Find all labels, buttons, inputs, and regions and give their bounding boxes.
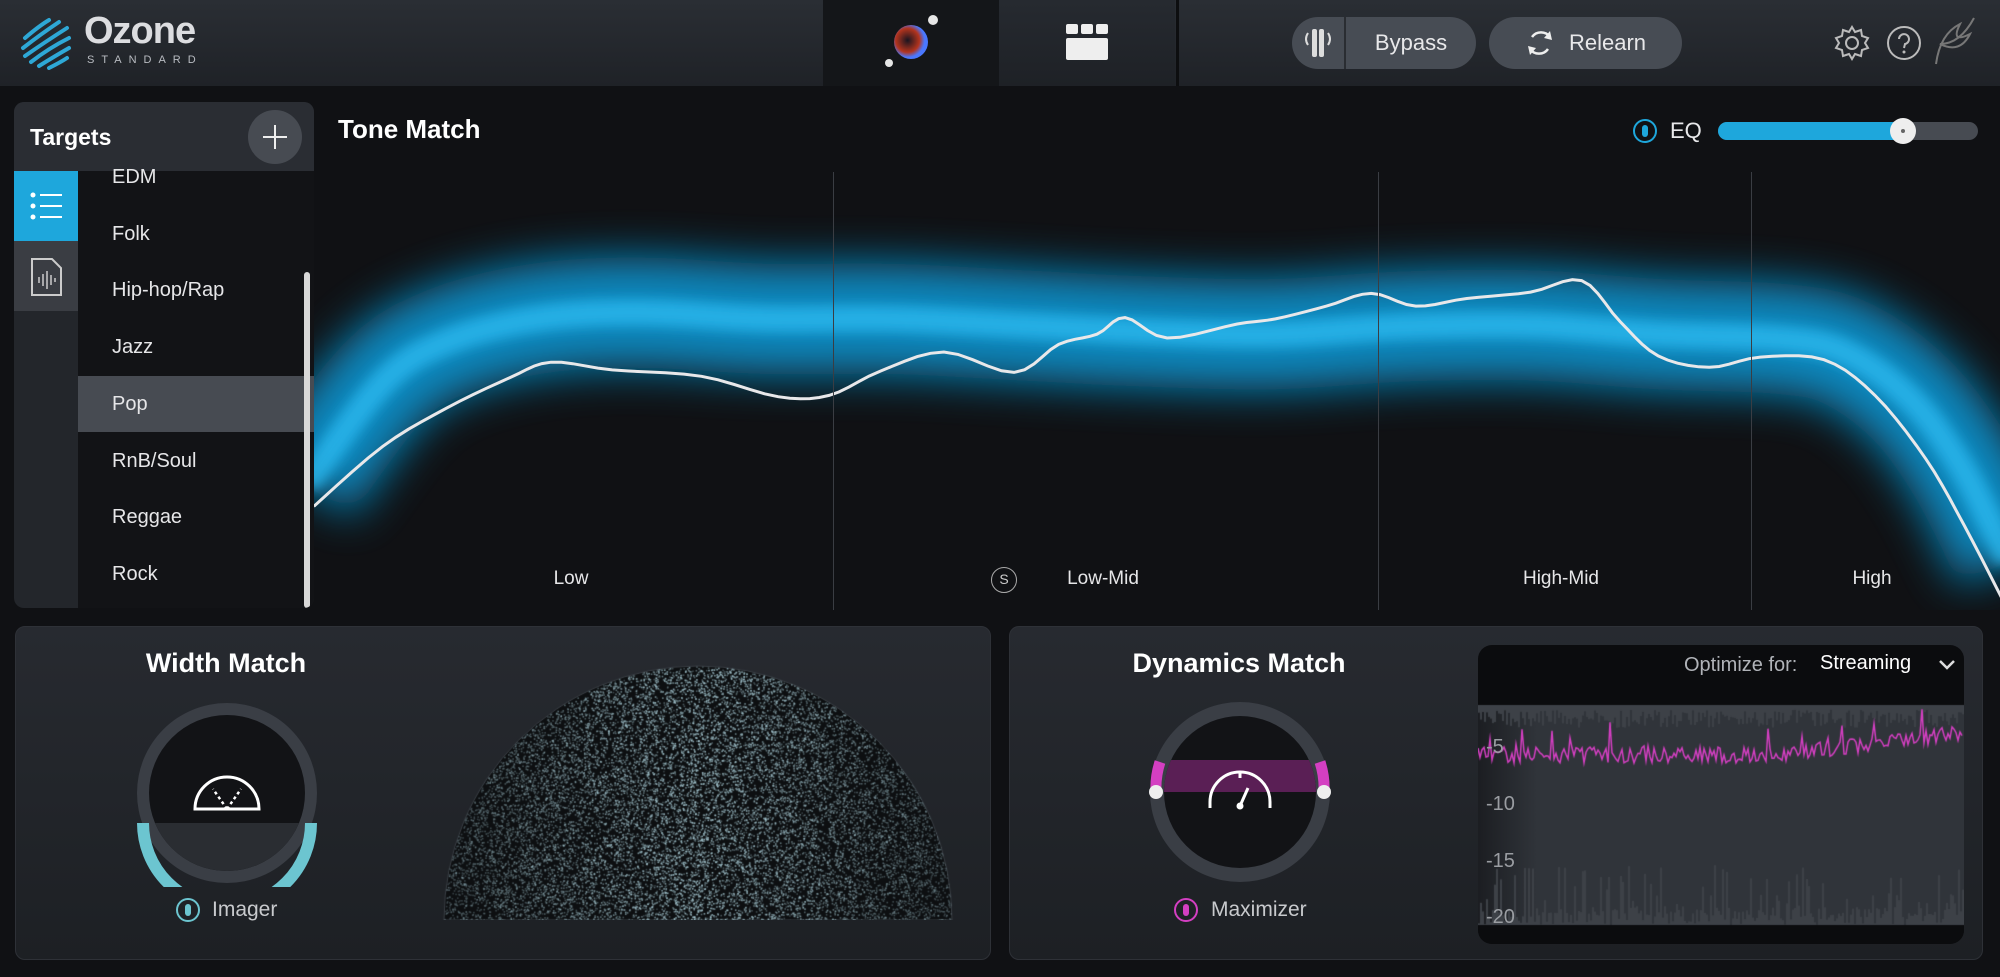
- imager-power-toggle[interactable]: [176, 898, 200, 922]
- eq-amount-slider[interactable]: [1718, 118, 1978, 144]
- help-icon: [1887, 26, 1921, 60]
- relearn-button[interactable]: Relearn: [1489, 17, 1682, 69]
- band-divider: [1378, 172, 1379, 610]
- band-divider: [1751, 172, 1752, 610]
- relearn-label: Relearn: [1568, 30, 1647, 55]
- help-button[interactable]: [1885, 24, 1923, 67]
- master-assistant-tab[interactable]: [823, 0, 999, 86]
- genre-list-tab[interactable]: [14, 171, 78, 241]
- bypass-button[interactable]: Bypass: [1292, 17, 1476, 69]
- bypass-label: Bypass: [1374, 30, 1448, 55]
- targets-panel: Targets EDM Folk Hip-hop/Rap Jazz Pop RnB/Sou…: [14, 102, 314, 608]
- module-view-tab[interactable]: [999, 0, 1175, 86]
- maximizer-power-toggle[interactable]: [1174, 898, 1198, 922]
- chevron-down-icon: [1939, 660, 1955, 670]
- tone-match-title: Tone Match: [338, 114, 481, 144]
- settings-button[interactable]: [1833, 24, 1871, 67]
- assistant-orb-icon: [885, 15, 938, 67]
- width-knob-dial: [137, 703, 317, 887]
- audio-file-icon: [31, 258, 62, 296]
- target-item[interactable]: Reggae: [78, 489, 314, 545]
- eq-power-toggle[interactable]: [1633, 119, 1657, 143]
- band-label-low: Low: [553, 568, 589, 589]
- optimize-value: Streaming: [1820, 652, 1912, 674]
- maximizer-label: Maximizer: [1211, 898, 1307, 921]
- scale-tick: -20: [1486, 906, 1515, 928]
- scale-tick: -15: [1486, 850, 1515, 872]
- dynamics-match-title: Dynamics Match: [1132, 648, 1346, 678]
- dynamics-knob-dial: [1149, 702, 1331, 882]
- targets-title: Targets: [30, 124, 112, 150]
- app-edition: STANDARD: [87, 54, 203, 66]
- power-icon: [1183, 904, 1189, 916]
- modules-grid-icon: [1066, 24, 1108, 60]
- target-item[interactable]: EDM: [78, 149, 314, 205]
- dynamics-match-knob[interactable]: [1146, 698, 1334, 891]
- eq-slider-fill: [1718, 122, 1903, 140]
- dynamics-meter: Optimize for: Streaming -5 -10 -15 -20: [1478, 645, 1964, 944]
- target-item[interactable]: RnB/Soul: [78, 433, 314, 489]
- loudness-waveform: [1478, 645, 1964, 944]
- eq-slider-thumb[interactable]: [1889, 118, 1916, 144]
- imager-label: Imager: [212, 898, 278, 921]
- band-label-high: High: [1852, 568, 1892, 589]
- target-item[interactable]: Rock: [78, 546, 314, 602]
- scale-tick: -5: [1486, 736, 1504, 758]
- optimize-dropdown[interactable]: Streaming: [1820, 652, 1960, 682]
- scale-tick: -10: [1486, 793, 1515, 815]
- target-item[interactable]: Pop: [78, 375, 314, 432]
- izotope-logo: [1930, 14, 1980, 77]
- width-match-knob[interactable]: [133, 699, 321, 892]
- power-icon: [185, 904, 191, 916]
- target-item[interactable]: Folk: [78, 206, 314, 262]
- band-divider: [833, 172, 834, 610]
- eq-label: EQ: [1670, 118, 1702, 143]
- list-icon: [30, 192, 62, 220]
- list-scrollbar[interactable]: [304, 272, 310, 608]
- app-name: Ozone: [84, 10, 196, 52]
- band-label-high-mid: High-Mid: [1522, 568, 1600, 589]
- ozone-logo: [19, 16, 75, 75]
- bypass-compare-icon: [1292, 17, 1346, 69]
- width-match-title: Width Match: [145, 648, 307, 678]
- target-item[interactable]: Hip-hop/Rap: [78, 262, 314, 318]
- stereo-vectorscope: [442, 664, 954, 920]
- band-label-low-mid: Low-Mid: [1067, 568, 1139, 589]
- tone-curves: [314, 257, 2000, 598]
- toolbar-divider: [1176, 0, 1179, 86]
- target-item[interactable]: Jazz: [78, 319, 314, 375]
- gear-icon: [1834, 25, 1870, 61]
- relearn-refresh-icon: [1527, 31, 1552, 55]
- tone-match-graph: Low S Low-Mid High-Mid High: [314, 172, 2000, 610]
- target-list: EDM Folk Hip-hop/Rap Jazz Pop RnB/Soul Reggae R…: [78, 166, 314, 608]
- izotope-signature-icon: [1935, 17, 1975, 65]
- optimize-label: Optimize for:: [1684, 654, 1798, 676]
- solo-button[interactable]: S: [991, 567, 1017, 593]
- reference-file-tab[interactable]: [14, 241, 78, 311]
- power-icon: [1642, 125, 1648, 137]
- ozone-logo-icon: [21, 18, 71, 70]
